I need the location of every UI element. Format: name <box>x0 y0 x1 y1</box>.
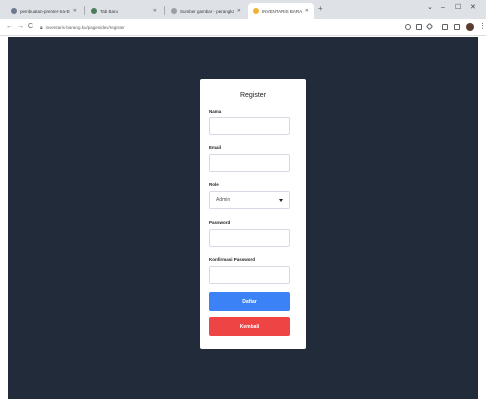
close-window-button[interactable]: ✕ <box>470 4 476 12</box>
kembali-button[interactable]: Kembali <box>209 317 290 336</box>
tab-title: pembuatan-prenter-tra-EP-4.0-bo <box>20 8 70 14</box>
reload-button[interactable]: C <box>28 22 33 32</box>
tab-title: INVENTARIS BARANG <box>262 8 302 14</box>
tab-favicon-icon <box>11 8 17 14</box>
bookmark-star-icon[interactable] <box>425 22 434 31</box>
maximize-button[interactable]: ☐ <box>455 4 461 12</box>
tab-divider <box>84 6 85 15</box>
new-tab-button[interactable]: + <box>318 5 323 13</box>
tab-divider <box>164 6 165 15</box>
back-button[interactable]: ← <box>6 22 13 32</box>
browser-tab-strip: pembuatan-prenter-tra-EP-4.0-bo ✕ Tab Ba… <box>0 0 486 19</box>
register-title: Register <box>239 92 267 99</box>
browser-tab[interactable]: pembuatan-prenter-tra-EP-4.0-bo ✕ <box>6 3 82 19</box>
tab-title: Tab Baru <box>100 8 119 14</box>
role-selected-value: Admin <box>216 197 231 203</box>
role-select[interactable]: Admin <box>209 191 290 209</box>
extensions-icon[interactable] <box>442 24 448 30</box>
confirm-password-label: Konfirmasi Password <box>209 257 256 262</box>
browser-toolbar: ← → C 🔒︎ inventaris-barang.ku/pages/dev/… <box>0 19 486 36</box>
minimize-button[interactable]: – <box>441 4 445 12</box>
tab-search-icon[interactable]: ⌄ <box>427 4 433 12</box>
page-background: Register Nama Email Role Admin Password … <box>8 37 478 399</box>
browser-tab[interactable]: Sumber gambar - perangkat-e-dara-t ✕ <box>166 3 246 19</box>
sidebar-icon[interactable] <box>454 24 460 30</box>
url-text: inventaris-barang.ku/pages/dev/register <box>45 25 125 30</box>
email-label: Email <box>209 145 222 150</box>
nama-input[interactable] <box>209 117 290 135</box>
key-icon[interactable] <box>405 24 411 30</box>
tab-favicon-icon <box>253 8 259 14</box>
tab-close-icon[interactable]: ✕ <box>305 8 309 14</box>
browser-tab[interactable]: Tab Baru ✕ <box>86 3 162 19</box>
profile-avatar[interactable] <box>466 23 474 31</box>
share-icon[interactable] <box>416 24 422 30</box>
browser-menu-icon[interactable]: ⋮ <box>479 22 486 31</box>
email-input[interactable] <box>209 154 290 172</box>
role-label: Role <box>209 182 219 187</box>
register-card: Register Nama Email Role Admin Password … <box>200 79 306 349</box>
confirm-password-input[interactable] <box>209 266 290 284</box>
browser-tab-active[interactable]: INVENTARIS BARANG ✕ <box>248 3 314 19</box>
tab-title: Sumber gambar - perangkat-e-dara-t <box>180 8 234 14</box>
tab-close-icon[interactable]: ✕ <box>73 8 77 14</box>
tab-favicon-icon <box>91 8 97 14</box>
caret-down-icon <box>279 198 283 202</box>
address-bar[interactable]: 🔒︎ inventaris-barang.ku/pages/dev/regist… <box>40 22 200 33</box>
tab-favicon-icon <box>171 8 177 14</box>
password-input[interactable] <box>209 229 290 247</box>
daftar-button[interactable]: Daftar <box>209 292 290 311</box>
tab-close-icon[interactable]: ✕ <box>153 8 157 14</box>
forward-button[interactable]: → <box>17 22 24 32</box>
lock-icon[interactable]: 🔒︎ <box>40 25 43 31</box>
password-label: Password <box>209 220 231 225</box>
nama-label: Nama <box>209 109 222 114</box>
tab-close-icon[interactable]: ✕ <box>237 8 241 14</box>
